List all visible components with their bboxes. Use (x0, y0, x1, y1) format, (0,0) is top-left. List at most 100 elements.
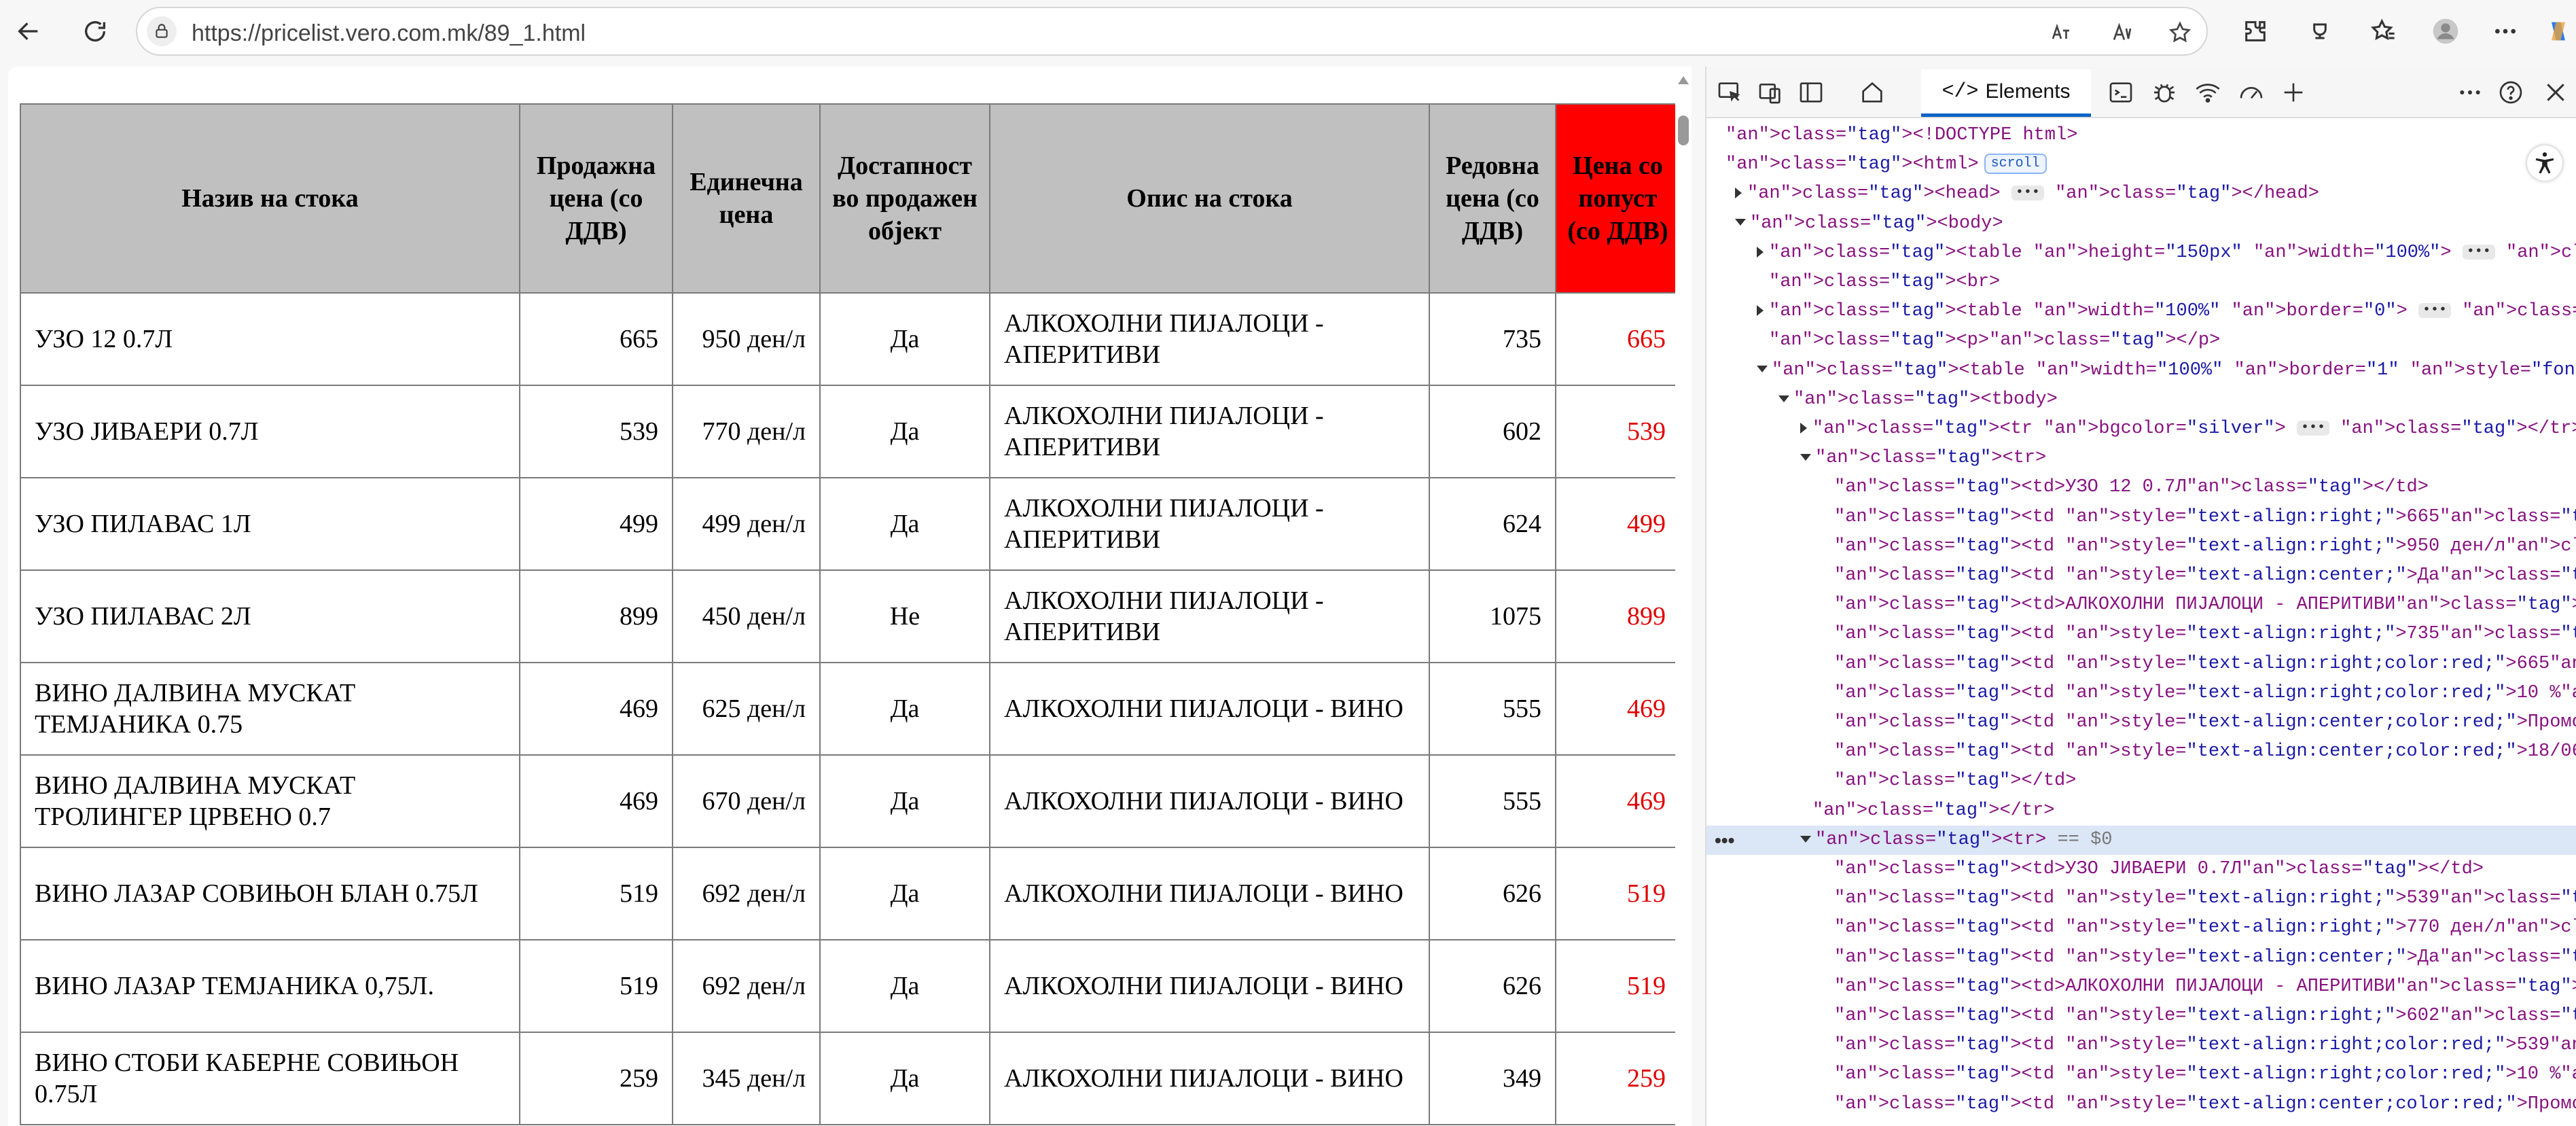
cell-name: УЗО ЈИВАЕРИ 0.7Л (20, 385, 520, 478)
cell-regular-price: 735 (1429, 292, 1556, 386)
url-text[interactable]: https://pricelist.vero.com.mk/89_1.html (192, 20, 586, 47)
dom-tree[interactable]: "an">class="tag"><!DOCTYPE html> "an">cla… (1706, 121, 2576, 1126)
cell-sale-price: 899 (519, 569, 673, 663)
header-availability: Достапност во продажен објект (819, 103, 990, 294)
inspect-element-icon[interactable] (1713, 76, 1746, 109)
cell-availability: Не (819, 569, 990, 663)
expand-toggle-icon[interactable] (1778, 395, 1789, 402)
scrollbar-thumb[interactable] (1678, 116, 1689, 145)
cell-name: ВИНО ДАЛВИНА МУСКАТ ТРОЛИНГЕР ЦРВЕНО 0.7 (20, 754, 520, 848)
dom-node[interactable]: "an">class="tag"><td "an">style="text-al… (1706, 532, 2576, 561)
back-icon[interactable] (8, 11, 49, 52)
dom-node[interactable]: "an">class="tag"><td "an">style="text-al… (1706, 561, 2576, 591)
network-wifi-icon[interactable] (2192, 76, 2224, 109)
scroll-up-arrow-icon[interactable] (1678, 76, 1689, 84)
profile-icon[interactable] (2425, 11, 2466, 52)
cell-description: АЛКОХОЛНИ ПИЈАЛОЦИ - ВИНО (989, 754, 1430, 848)
dom-node[interactable]: "an">class="tag"><br> (1706, 268, 2576, 297)
cell-sale-price: 665 (519, 292, 673, 386)
expand-toggle-icon[interactable] (1757, 366, 1768, 373)
expand-toggle-icon[interactable] (1757, 305, 1764, 317)
dom-node[interactable]: "an">class="tag"><td>АЛКОХОЛНИ ПИЈАЛОЦИ … (1706, 591, 2576, 620)
dom-node[interactable]: "an">class="tag"><td "an">style="text-al… (1706, 708, 2576, 737)
favorites-icon[interactable] (2363, 11, 2403, 52)
header-unit-price: Единечна цена (672, 103, 821, 294)
page-scrollbar[interactable] (1675, 67, 1692, 1126)
dom-node[interactable]: "an">class="tag"><tbody> (1706, 385, 2576, 415)
table-row: УЗО ЈИВАЕРИ 0.7Л 539 770 ден/л Да АЛКОХОЛНИ … (20, 385, 1681, 478)
copilot-icon[interactable] (2541, 11, 2576, 52)
dom-node-text: "an">class="tag"><!DOCTYPE html> (1725, 125, 2078, 145)
dom-node[interactable]: "an">class="tag"><table "an">width="100%… (1706, 297, 2576, 326)
dom-node[interactable]: "an">class="tag"><td "an">style="text-al… (1706, 913, 2576, 943)
dom-node[interactable]: "an">class="tag"><table "an">height="150… (1706, 239, 2576, 268)
dom-node[interactable]: "an">class="tag"></tr> (1706, 796, 2576, 826)
dom-node[interactable]: "an">class="tag"><td "an">style="text-al… (1706, 620, 2576, 649)
address-bar[interactable]: https://pricelist.vero.com.mk/89_1.html (136, 7, 2208, 56)
dom-node[interactable]: "an">class="tag"><td "an">style="text-al… (1706, 884, 2576, 913)
cell-availability: Да (819, 477, 990, 571)
dom-node-text: "an">class="tag"></td> (1834, 771, 2077, 792)
cell-availability: Да (819, 662, 990, 756)
expand-toggle-icon[interactable] (1757, 246, 1764, 258)
dom-node[interactable]: "an">class="tag"><html> scroll (1706, 150, 2576, 179)
dom-node[interactable]: "an">class="tag"><tr> (1706, 444, 2576, 473)
dom-node-text: "an">class="tag"><td "an">style="text-al… (1834, 682, 2576, 703)
devtools-more-icon[interactable] (2454, 76, 2486, 109)
close-devtools-icon[interactable] (2539, 76, 2572, 109)
performance-gauge-icon[interactable] (2235, 76, 2268, 109)
dom-node[interactable]: "an">class="tag"><!DOCTYPE html> (1706, 121, 2576, 150)
dom-node-text: "an">class="tag"><td "an">style="text-al… (1834, 1093, 2576, 1114)
cell-description: АЛКОХОЛНИ ПИЈАЛОЦИ - ВИНО (989, 1032, 1430, 1125)
add-tool-plus-icon[interactable] (2277, 76, 2310, 109)
expand-toggle-icon[interactable] (1800, 422, 1807, 434)
help-icon[interactable] (2494, 76, 2527, 109)
scroll-badge[interactable]: scroll (1984, 154, 2047, 175)
tab-elements[interactable]: </> Elements (1921, 69, 2091, 117)
issues-bug-icon[interactable] (2148, 76, 2181, 109)
dom-node[interactable]: "an">class="tag"><tr "an">bgcolor="silve… (1706, 415, 2576, 444)
dom-node[interactable]: "an">class="tag"><body> (1706, 209, 2576, 239)
dom-node[interactable]: "an">class="tag"><td "an">style="text-al… (1706, 1060, 2576, 1089)
console-icon[interactable] (2105, 76, 2137, 109)
accessibility-icon[interactable] (2527, 145, 2562, 181)
dom-node[interactable]: "an">class="tag"><td "an">style="text-al… (1706, 679, 2576, 708)
cell-description: АЛКОХОЛНИ ПИЈАЛОЦИ - ВИНО (989, 847, 1430, 940)
dom-node[interactable]: "an">class="tag"><table "an">width="100%… (1706, 356, 2576, 385)
node-actions-icon[interactable]: ••• (1715, 826, 1734, 855)
dom-node[interactable]: "an">class="tag"><td "an">style="text-al… (1706, 1090, 2576, 1119)
welcome-home-icon[interactable] (1856, 76, 1889, 109)
dom-node[interactable]: "an">class="tag"><head> ••• "an">class="… (1706, 179, 2576, 209)
lock-icon[interactable] (147, 16, 177, 46)
dom-node[interactable]: "an">class="tag"></td> (1706, 767, 2576, 796)
cell-unit-price: 950 ден/л (672, 292, 821, 386)
device-emulation-icon[interactable] (1754, 76, 1787, 109)
dom-node[interactable]: "an">class="tag"><td "an">style="text-al… (1706, 503, 2576, 532)
expand-toggle-icon[interactable] (1800, 835, 1811, 843)
dom-node[interactable]: "an">class="tag"><td>УЗО 12 0.7Л"an">cla… (1706, 473, 2576, 502)
dom-node[interactable]: "an">class="tag"><td "an">style="text-al… (1706, 943, 2576, 972)
immersive-reader-icon[interactable] (2107, 18, 2137, 48)
dom-node-selected[interactable]: ••• "an">class="tag"><tr> == $0 (1706, 825, 2576, 855)
performance-icon[interactable] (2300, 11, 2340, 52)
favorite-icon[interactable] (2165, 18, 2195, 48)
cell-unit-price: 692 ден/л (672, 847, 821, 940)
dom-node[interactable]: "an">class="tag"><td>УЗО ЈИВАЕРИ 0.7Л"an… (1706, 855, 2576, 884)
dom-node-text: "an">class="tag"><td>УЗО ЈИВАЕРИ 0.7Л"an… (1834, 859, 2484, 879)
dom-node[interactable]: "an">class="tag"><td "an">style="text-al… (1706, 1031, 2576, 1060)
expand-toggle-icon[interactable] (1800, 454, 1811, 461)
refresh-icon[interactable] (75, 11, 115, 52)
dom-node[interactable]: "an">class="tag"><td "an">style="text-al… (1706, 1002, 2576, 1031)
dock-side-icon[interactable] (1795, 76, 1827, 109)
dom-node[interactable]: "an">class="tag"><p>"an">class="tag"></p… (1706, 326, 2576, 355)
dom-node[interactable]: "an">class="tag"><td>АЛКОХОЛНИ ПИЈАЛОЦИ … (1706, 972, 2576, 1002)
cell-sale-price: 499 (519, 477, 673, 571)
dom-node[interactable]: "an">class="tag"><td "an">style="text-al… (1706, 737, 2576, 767)
more-icon[interactable] (2485, 11, 2526, 52)
expand-toggle-icon[interactable] (1735, 188, 1742, 199)
expand-toggle-icon[interactable] (1735, 219, 1746, 226)
cell-discount-price: 259 (1555, 1032, 1681, 1125)
read-aloud-icon[interactable] (2046, 18, 2076, 48)
dom-node[interactable]: "an">class="tag"><td "an">style="text-al… (1706, 650, 2576, 679)
extensions-icon[interactable] (2235, 11, 2276, 52)
